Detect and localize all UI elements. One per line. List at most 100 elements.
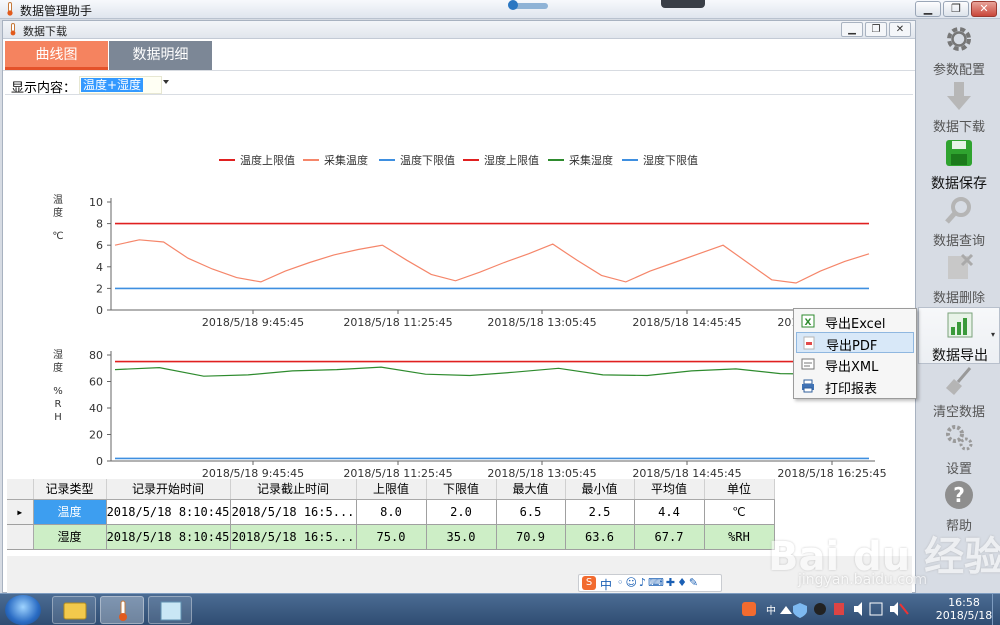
sidebar-label: 数据删除 [932,291,985,306]
y-tick-label: 8 [96,218,103,231]
sidebar-label: 清空数据 [932,405,985,420]
series-line [114,366,870,377]
cell-min[interactable]: 2.5 [565,499,635,525]
chevron-down-icon[interactable]: ▾ [991,330,995,339]
sidebar-item-query[interactable]: 数据查询 [918,193,1000,250]
thermometer-app-icon [7,2,13,16]
legend-label: 温度上限值 [240,153,295,167]
ime-tools-icon[interactable]: ◦☺♪⌨✚♦✎ [617,576,700,589]
col-lower: 下限值 [426,479,497,500]
sidebar-item-export[interactable]: 数据导出 ▾ [918,307,1000,364]
sidebar-item-download[interactable]: 数据下载 [918,79,1000,136]
cell-max[interactable]: 70.9 [496,524,566,550]
cell-start[interactable]: 2018/5/18 8:10:45 [106,524,231,550]
broom-icon [946,367,972,395]
cell-lower[interactable]: 2.0 [426,499,497,525]
sidebar-item-help[interactable]: ? 帮助 [918,478,1000,535]
menu-item-label: 导出XML [825,360,879,375]
col-min: 最小值 [565,479,635,500]
printer-icon [802,379,814,393]
menu-item-export-pdf[interactable]: 导出PDF [796,332,914,354]
summary-table: 记录类型 记录开始时间 记录截止时间 上限值 下限值 最大值 最小值 平均值 单… [7,479,775,550]
sidebar-label: 数据下载 [932,120,985,135]
chart-legend: 温度上限值 采集温度 温度下限值 湿度上限值 采集湿度 湿度下限值 [219,153,698,167]
y-tick-label: 6 [96,239,103,252]
cell-type[interactable]: 温度 [33,499,107,525]
row-selector[interactable]: ▸ [7,499,34,525]
window-app-icon [160,601,182,621]
taskbar-data-manager[interactable] [100,596,144,624]
x-tick-label: 2018/5/18 11:25:45 [343,316,452,329]
sidebar-item-settings[interactable]: 设置 [918,421,1000,478]
col-start: 记录开始时间 [106,479,231,500]
xml-icon [801,358,815,370]
export-icon [947,312,973,338]
menu-item-export-excel[interactable]: X 导出Excel [796,311,914,332]
col-type: 记录类型 [33,479,107,500]
y-axis-label: 温 [53,194,63,206]
y-axis-label: 湿 [53,349,63,361]
delete-icon [948,253,974,279]
cell-upper[interactable]: 8.0 [356,499,427,525]
cell-lower[interactable]: 35.0 [426,524,497,550]
y-tick-label: 4 [96,261,103,274]
cell-upper[interactable]: 75.0 [356,524,427,550]
sidebar-item-clear[interactable]: 清空数据 [918,364,1000,421]
zoom-slider[interactable] [508,0,548,10]
tray-icons: 中 [742,602,909,618]
title-bar-notch [661,0,705,8]
table-row-humidity[interactable]: 湿度 2018/5/18 8:10:45 2018/5/18 16:5... 7… [7,524,775,550]
child-close-button[interactable]: ✕ [889,22,911,37]
thermometer-icon [119,600,127,621]
child-restore-button[interactable]: ❐ [865,22,887,37]
y-tick-label: 0 [96,455,103,468]
ime-toolbar[interactable]: S 中 ◦☺♪⌨✚♦✎ [578,574,722,592]
col-max: 最大值 [496,479,566,500]
menu-item-print-report[interactable]: 打印报表 [796,376,914,397]
show-desktop-button[interactable] [992,594,1000,625]
y-tick-label: 2 [96,282,103,295]
restore-button[interactable]: ❐ [943,1,969,17]
legend-label: 湿度下限值 [643,153,698,167]
y-axis-label: % [53,386,63,397]
taskbar: 中 16:58 2018/5/18 [0,593,1000,625]
taskbar-explorer[interactable] [52,596,96,624]
cell-end[interactable]: 2018/5/18 16:5... [230,524,357,550]
system-tray: 中 [740,598,930,622]
sidebar-item-config[interactable]: 参数配置 [918,22,1000,79]
main-window: 数据管理助手 ▁ ❐ ✕ 数据下载 ▁ ❐ ✕ 曲线图 数据明细 显示内容： 温… [0,0,1000,593]
start-button[interactable] [5,595,41,625]
sidebar-item-save[interactable]: 数据保存 [918,136,1000,193]
table-row-temperature[interactable]: ▸ 温度 2018/5/18 8:10:45 2018/5/18 16:5...… [7,499,775,525]
cell-end[interactable]: 2018/5/18 16:5... [230,499,357,525]
cell-avg[interactable]: 4.4 [634,499,705,525]
sidebar-item-delete[interactable]: 数据删除 [918,250,1000,307]
table-empty-area [7,556,912,593]
y-axis-label: H [54,412,62,423]
x-tick-label: 2018/5/18 13:05:45 [487,316,596,329]
minimize-button[interactable]: ▁ [915,1,941,17]
cell-unit[interactable]: %RH [704,524,775,550]
taskbar-app[interactable] [148,596,192,624]
col-unit: 单位 [704,479,775,500]
menu-item-export-xml[interactable]: 导出XML [796,354,914,375]
child-minimize-button[interactable]: ▁ [841,22,863,37]
cell-unit[interactable]: ℃ [704,499,775,525]
ime-language[interactable]: 中 [600,576,612,593]
cell-min[interactable]: 63.6 [565,524,635,550]
save-icon [946,140,972,166]
cell-avg[interactable]: 67.7 [634,524,705,550]
svg-text:中: 中 [766,604,776,617]
cell-start[interactable]: 2018/5/18 8:10:45 [106,499,231,525]
cell-max[interactable]: 6.5 [496,499,566,525]
gear-icon [947,27,971,51]
pdf-icon [803,336,815,350]
sogou-icon[interactable]: S [582,576,596,590]
y-axis-label: ℃ [52,231,63,242]
row-selector[interactable] [7,524,34,550]
cell-type[interactable]: 湿度 [33,524,107,550]
taskbar-clock[interactable]: 16:58 2018/5/18 [930,596,998,622]
close-button[interactable]: ✕ [971,1,997,17]
help-icon: ? [945,481,973,509]
export-menu: X 导出Excel 导出PDF 导出XML 打印报表 [793,308,917,399]
